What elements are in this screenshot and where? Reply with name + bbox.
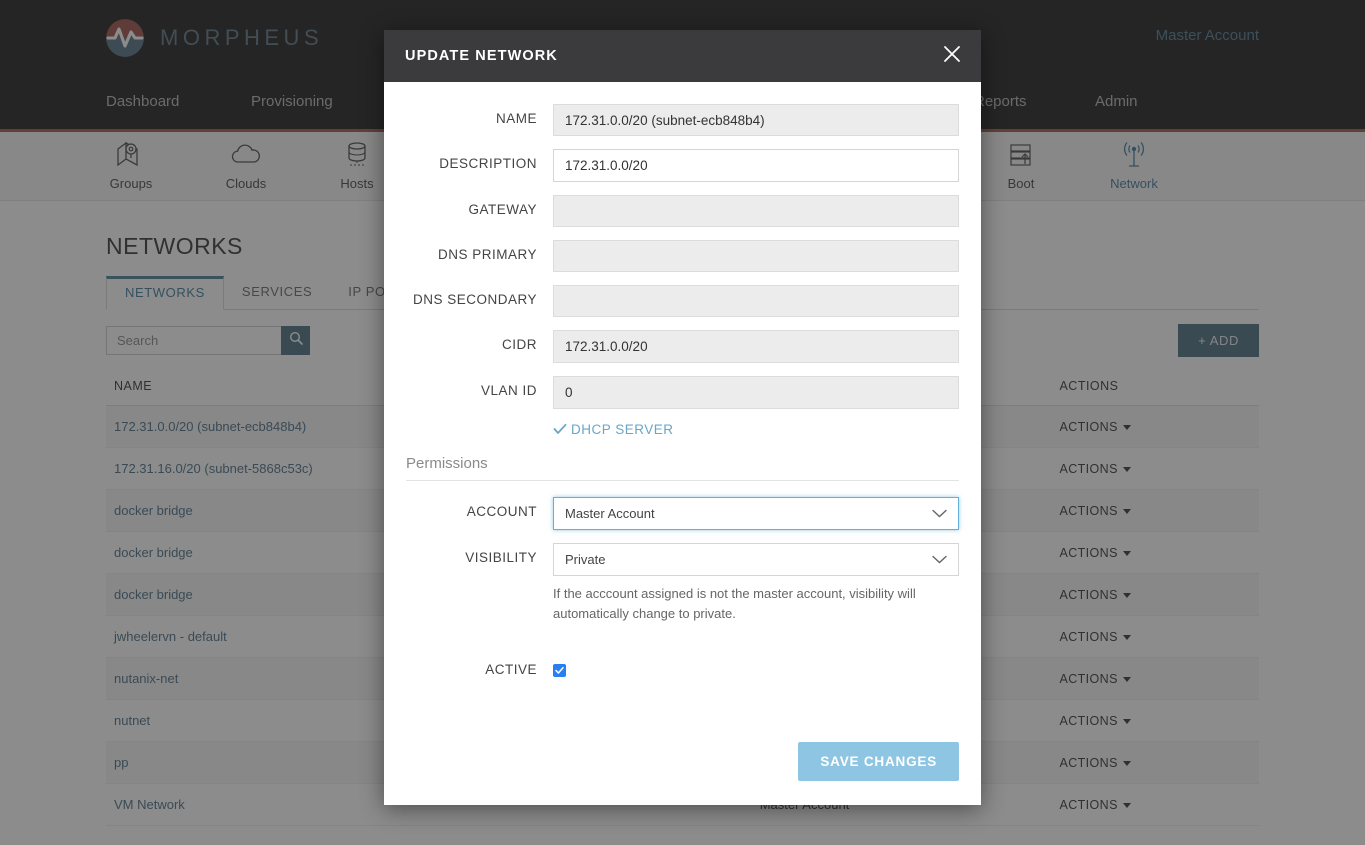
field-label: DNS SECONDARY: [406, 285, 553, 307]
active-checkbox[interactable]: [553, 664, 566, 677]
field-account: ACCOUNT Master Account: [406, 497, 959, 530]
gateway-input[interactable]: [553, 195, 959, 227]
account-select-value: Master Account: [565, 506, 655, 521]
field-label: VISIBILITY: [406, 543, 553, 565]
permissions-heading: Permissions: [406, 443, 959, 481]
dhcp-server-label: DHCP SERVER: [571, 422, 674, 437]
modal-footer: SAVE CHANGES: [384, 742, 981, 805]
chevron-down-icon: [932, 506, 947, 521]
field-dns-secondary: DNS SECONDARY: [406, 285, 959, 317]
dns-primary-input[interactable]: [553, 240, 959, 272]
name-input[interactable]: 172.31.0.0/20 (subnet-ecb848b4): [553, 104, 959, 136]
vlan-id-input[interactable]: 0: [553, 376, 959, 409]
field-label: CIDR: [406, 330, 553, 352]
field-vlan-id: VLAN ID 0: [406, 376, 959, 409]
field-label: ACCOUNT: [406, 497, 553, 519]
visibility-select[interactable]: Private: [553, 543, 959, 576]
checkbox-checked-icon: [555, 662, 564, 680]
field-visibility: VISIBILITY Private If the acccount assig…: [406, 543, 959, 623]
field-label: GATEWAY: [406, 195, 553, 217]
save-changes-button[interactable]: SAVE CHANGES: [798, 742, 959, 781]
field-dns-primary: DNS PRIMARY: [406, 240, 959, 272]
field-label: VLAN ID: [406, 376, 553, 398]
field-cidr: CIDR 172.31.0.0/20: [406, 330, 959, 363]
account-select[interactable]: Master Account: [553, 497, 959, 530]
dns-secondary-input[interactable]: [553, 285, 959, 317]
field-label: DESCRIPTION: [406, 149, 553, 171]
visibility-select-value: Private: [565, 552, 605, 567]
field-gateway: GATEWAY: [406, 195, 959, 227]
dhcp-server-toggle[interactable]: DHCP SERVER: [553, 422, 674, 437]
field-description: DESCRIPTION 172.31.0.0/20: [406, 149, 959, 182]
visibility-help-text: If the acccount assigned is not the mast…: [553, 584, 959, 623]
field-active: ACTIVE: [406, 657, 959, 680]
field-label: DNS PRIMARY: [406, 240, 553, 262]
cidr-input[interactable]: 172.31.0.0/20: [553, 330, 959, 363]
update-network-modal: UPDATE NETWORK NAME 172.31.0.0/20 (subne…: [384, 30, 981, 805]
checkmark-icon: [553, 423, 567, 436]
modal-body: NAME 172.31.0.0/20 (subnet-ecb848b4) DES…: [384, 82, 981, 742]
close-icon[interactable]: [943, 45, 961, 67]
field-label: ACTIVE: [406, 657, 553, 677]
dhcp-server-row: DHCP SERVER: [406, 422, 959, 437]
field-label: NAME: [406, 104, 553, 126]
modal-header: UPDATE NETWORK: [384, 30, 981, 82]
modal-title: UPDATE NETWORK: [405, 48, 558, 64]
field-name: NAME 172.31.0.0/20 (subnet-ecb848b4): [406, 104, 959, 136]
description-input[interactable]: 172.31.0.0/20: [553, 149, 959, 182]
chevron-down-icon: [932, 552, 947, 567]
